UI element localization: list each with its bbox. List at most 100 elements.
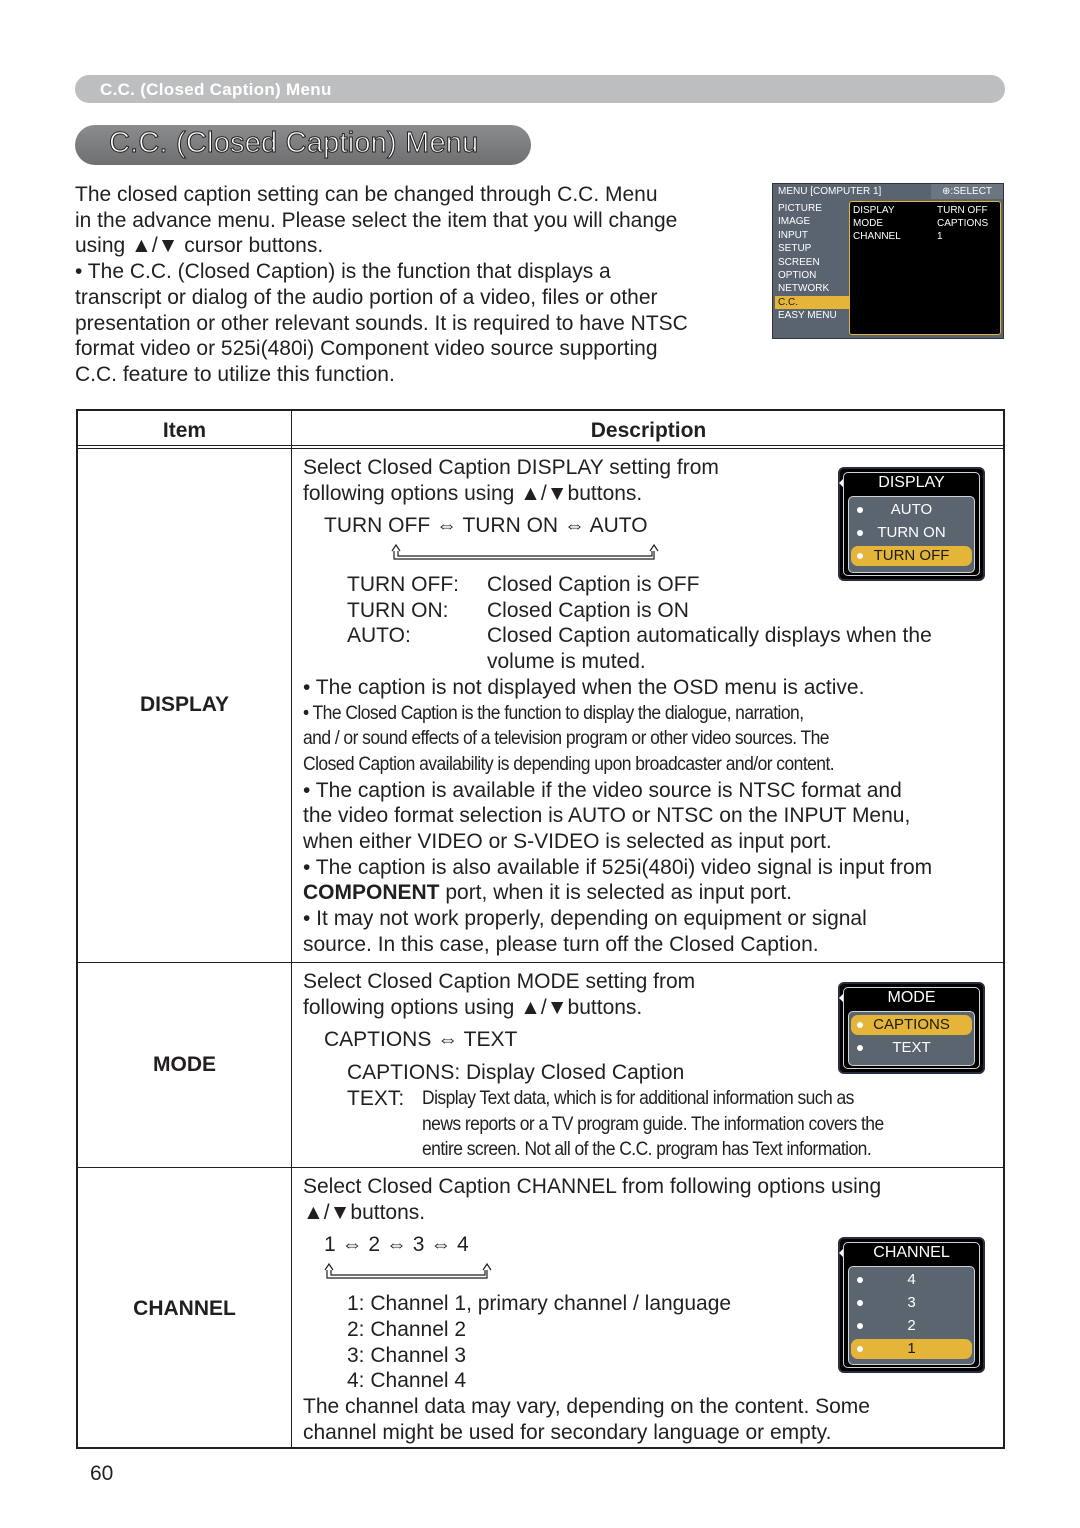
radio-dot-icon bbox=[857, 530, 863, 536]
intro-line: format video or 525i(480i) Component vid… bbox=[75, 337, 658, 361]
osd-option: TURN ON bbox=[851, 523, 972, 543]
intro-line: using ▲/▼ cursor buttons. bbox=[75, 234, 324, 258]
display-note: and / or sound effects of a television p… bbox=[303, 728, 830, 750]
intro-paragraph: The closed caption setting can be change… bbox=[75, 182, 765, 388]
osd-sidebar-item: NETWORK bbox=[778, 283, 830, 295]
row-label-mode: MODE bbox=[153, 1053, 216, 1076]
osd-row: CHANNEL 1 bbox=[853, 231, 998, 242]
display-osd-popup: DISPLAY AUTO TURN ON TURN OFF bbox=[838, 467, 985, 581]
header-divider bbox=[78, 448, 1003, 449]
osd-title-bar: MENU [COMPUTER 1] ⊕:SELECT bbox=[773, 184, 1003, 199]
osd-option: 4 bbox=[851, 1270, 972, 1290]
osd-option-label: 1 bbox=[907, 1340, 916, 1357]
osd-sidebar: PICTURE IMAGE INPUT SETUP SCREEN OPTION … bbox=[775, 202, 849, 323]
section-header-text: C.C. (Closed Caption) Menu bbox=[100, 80, 332, 99]
osd-sidebar-item: IMAGE bbox=[778, 216, 811, 228]
osd-popup-title: MODE bbox=[887, 989, 936, 1006]
osd-row-value: TURN OFF bbox=[937, 205, 988, 216]
display-def-row: TURN ON: Closed Caption is ON bbox=[303, 598, 1003, 624]
intro-line: transcript or dialog of the audio portio… bbox=[75, 285, 658, 309]
header-divider bbox=[78, 445, 1003, 446]
def-key: AUTO: bbox=[347, 624, 411, 648]
osd-option: 2 bbox=[851, 1316, 972, 1336]
osd-popup-title: CHANNEL bbox=[873, 1244, 950, 1261]
osd-option-label: TURN ON bbox=[877, 524, 946, 541]
channel-note: The channel data may vary, depending on … bbox=[303, 1394, 870, 1418]
display-def-row: AUTO: Closed Caption automatically displa… bbox=[303, 623, 1003, 649]
item-description-table: Item Description DISPLAY Select Closed C… bbox=[76, 409, 1005, 1449]
osd-option-selected: TURN OFF bbox=[851, 546, 972, 566]
osd-row: DISPLAY TURN OFF bbox=[853, 205, 998, 216]
intro-line: presentation or other relevant sounds. I… bbox=[75, 311, 688, 335]
osd-option-selected: CAPTIONS bbox=[851, 1015, 972, 1035]
display-note: the video format selection is AUTO or NT… bbox=[303, 804, 911, 828]
section-header-band: C.C. (Closed Caption) Menu bbox=[75, 75, 1005, 103]
cycle-loop-arrow-icon bbox=[391, 543, 659, 560]
row-label-channel: CHANNEL bbox=[133, 1297, 236, 1320]
osd-sidebar-item: SETUP bbox=[778, 243, 812, 255]
osd-option-label: AUTO bbox=[890, 501, 933, 518]
osd-sidebar-item: SCREEN bbox=[778, 256, 820, 268]
osd-row-value: CAPTIONS bbox=[937, 218, 989, 229]
def-key: TEXT: bbox=[347, 1086, 405, 1110]
radio-dot-icon bbox=[857, 1045, 863, 1051]
display-note: • It may not work properly, depending on… bbox=[303, 907, 867, 931]
desc-line: ▲/▼buttons. bbox=[303, 1200, 426, 1224]
column-header-item: Item bbox=[162, 419, 207, 442]
osd-sidebar-item: INPUT bbox=[778, 229, 808, 241]
osd-sidebar-item: OPTION bbox=[778, 269, 817, 281]
display-def-row: volume is muted. bbox=[303, 649, 1003, 675]
component-bold: COMPONENT bbox=[303, 881, 440, 905]
page-title-pill: C.C. (Closed Caption) Menu bbox=[75, 125, 531, 165]
intro-line: C.C. feature to utilize this function. bbox=[75, 362, 395, 386]
osd-row-item: MODE bbox=[853, 218, 883, 229]
osd-option-label: 2 bbox=[907, 1317, 916, 1334]
display-note-rest: port, when it is selected as input port. bbox=[439, 881, 793, 905]
osd-row: MODE CAPTIONS bbox=[853, 218, 998, 229]
display-note: Closed Caption availability is depending… bbox=[303, 753, 835, 775]
mode-osd-popup: MODE CAPTIONS TEXT bbox=[838, 982, 985, 1074]
osd-option-label: 3 bbox=[907, 1294, 916, 1311]
row-divider bbox=[78, 1167, 1003, 1168]
radio-dot-icon bbox=[857, 1022, 863, 1028]
row-label-display: DISPLAY bbox=[139, 693, 230, 716]
def-value: Closed Caption is OFF bbox=[487, 573, 700, 597]
row-divider bbox=[78, 962, 1003, 963]
column-divider bbox=[291, 411, 292, 1447]
osd-option-label: TURN OFF bbox=[873, 547, 950, 564]
intro-line: in the advance menu. Please select the i… bbox=[75, 208, 678, 232]
column-header-description: Description bbox=[590, 419, 707, 442]
channel-osd-popup: CHANNEL 4 3 2 1 bbox=[838, 1237, 985, 1373]
osd-content-panel: DISPLAY TURN OFF MODE CAPTIONS CHANNEL 1 bbox=[849, 201, 1001, 335]
radio-dot-icon bbox=[857, 507, 863, 513]
mode-text-def: entire screen. Not all of the C.C. progr… bbox=[422, 1139, 872, 1161]
osd-row-item: DISPLAY bbox=[853, 205, 895, 216]
radio-dot-icon bbox=[857, 1323, 863, 1329]
mode-text-def: Display Text data, which is for addition… bbox=[422, 1087, 854, 1109]
radio-dot-icon bbox=[857, 1277, 863, 1283]
osd-option-label: 4 bbox=[907, 1271, 916, 1288]
osd-option: TEXT bbox=[851, 1038, 972, 1058]
display-note: COMPONENT port, when it is selected as i… bbox=[303, 880, 1003, 906]
osd-row-value: 1 bbox=[937, 231, 943, 242]
osd-option-selected: 1 bbox=[851, 1339, 972, 1359]
osd-menu-title: MENU [COMPUTER 1] bbox=[778, 186, 882, 197]
osd-option: AUTO bbox=[851, 500, 972, 520]
def-key: TURN OFF: bbox=[347, 573, 459, 597]
osd-row-item: CHANNEL bbox=[853, 231, 901, 242]
radio-dot-icon bbox=[857, 1346, 863, 1352]
intro-line: The closed caption setting can be change… bbox=[75, 183, 658, 206]
def-key: TURN ON: bbox=[347, 598, 449, 622]
radio-dot-icon bbox=[857, 1300, 863, 1306]
osd-main-menu-screenshot: MENU [COMPUTER 1] ⊕:SELECT PICTURE IMAGE… bbox=[772, 183, 1004, 339]
page-title: C.C. (Closed Caption) Menu bbox=[108, 127, 479, 160]
intro-line: • The C.C. (Closed Caption) is the funct… bbox=[75, 260, 611, 284]
osd-select-hint: ⊕:SELECT bbox=[931, 184, 1003, 199]
osd-option-label: CAPTIONS bbox=[873, 1016, 950, 1033]
osd-sidebar-item: EASY MENU bbox=[778, 310, 837, 322]
channel-note: channel might be used for secondary lang… bbox=[303, 1420, 832, 1444]
cycle-loop-arrow-icon bbox=[324, 1262, 492, 1279]
display-note: • The caption is not displayed when the … bbox=[303, 675, 865, 699]
osd-popup-title: DISPLAY bbox=[878, 474, 945, 491]
display-note: when either VIDEO or S-VIDEO is selected… bbox=[303, 830, 832, 854]
